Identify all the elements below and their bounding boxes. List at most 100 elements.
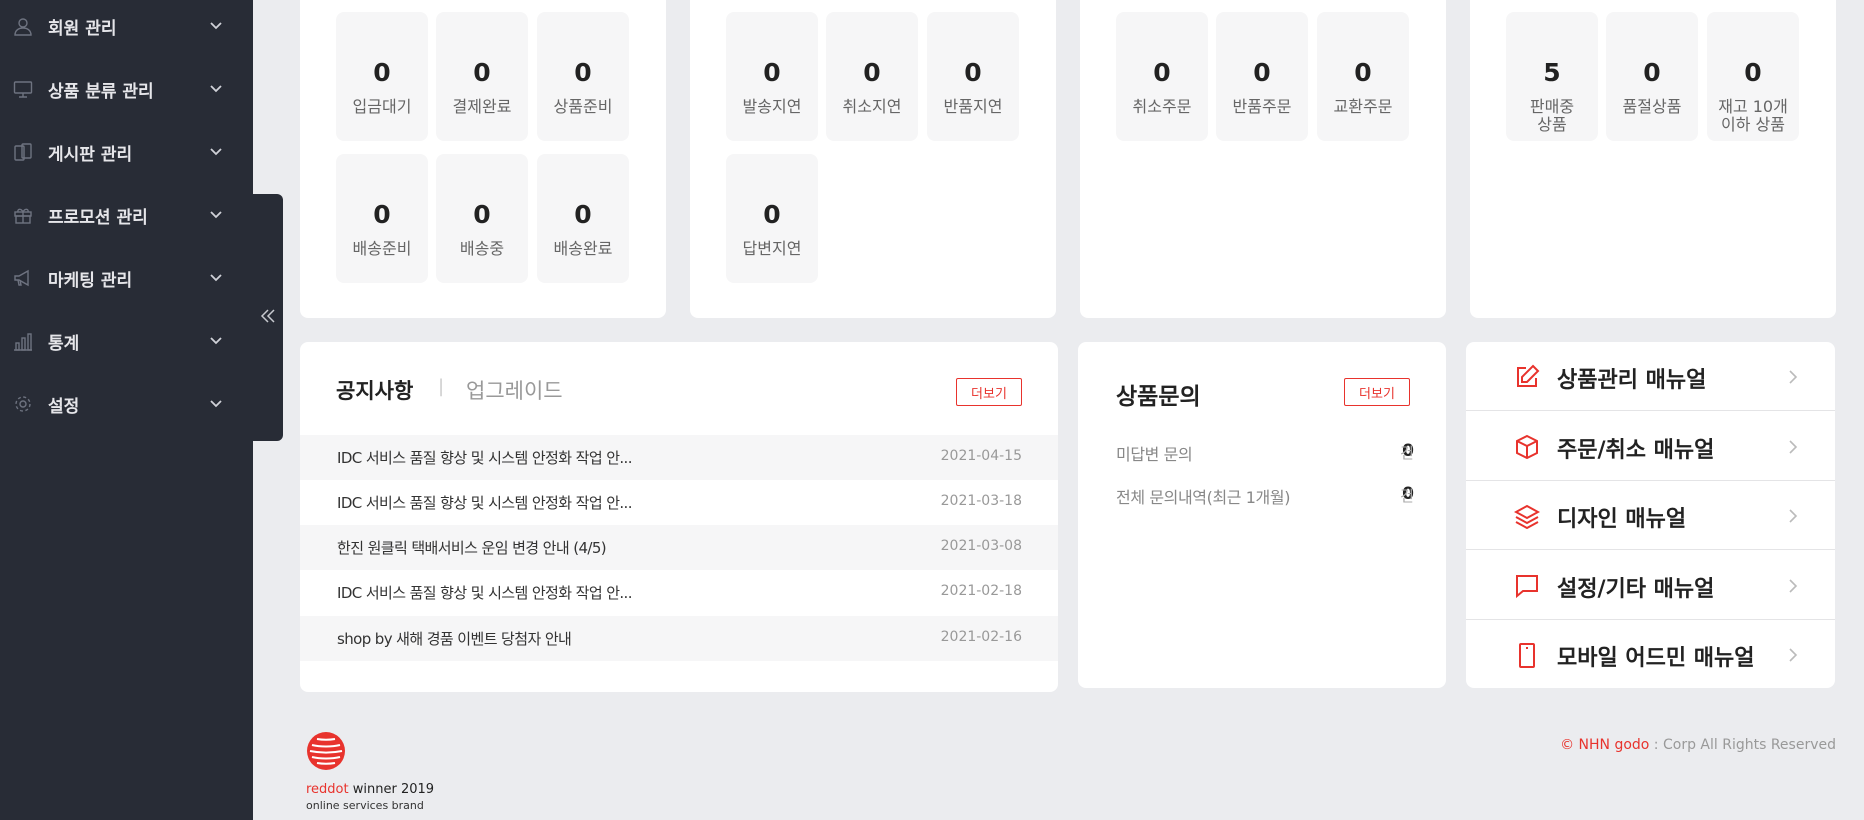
stat-label: 배송준비 (352, 239, 412, 258)
sidebar-item-label: 설정 (48, 396, 80, 417)
stat-value: 0 (964, 58, 982, 87)
notice-date: 2021-02-16 (940, 629, 1022, 645)
manual-label: 주문/취소 매뉴얼 (1557, 438, 1715, 463)
stat-on-sale[interactable]: 5 판매중 상품 (1506, 12, 1598, 141)
notice-row[interactable]: 한진 원클릭 택배서비스 운임 변경 안내 (4/5) 2021-03-08 (300, 525, 1058, 570)
chevron-right-icon (1788, 369, 1800, 384)
stat-label: 취소지연 (842, 97, 902, 116)
stat-label: 재고 10개 이하 상품 (1718, 97, 1788, 134)
manual-design-link[interactable]: 디자인 매뉴얼 (1466, 481, 1835, 550)
copyright-brand[interactable]: © NHN godo (1560, 737, 1649, 753)
stat-label: 반품주문 (1232, 97, 1292, 116)
manual-product-link[interactable]: 상품관리 매뉴얼 (1466, 342, 1835, 411)
stat-label: 판매중 상품 (1529, 97, 1575, 134)
sidebar-item-promotion[interactable]: 프로모션 관리 (0, 195, 253, 235)
all-inquiry-label: 전체 문의내역(최근 1개월) (1116, 488, 1291, 507)
sidebar-item-label: 프로모션 관리 (48, 207, 148, 228)
inquiry-title: 상품문의 (1116, 384, 1201, 410)
notice-row[interactable]: IDC 서비스 품질 향상 및 시스템 안정화 작업 안... 2021-03-… (300, 480, 1058, 525)
stat-value: 0 (1744, 58, 1762, 87)
stat-answer-delay[interactable]: 0 답변지연 (726, 154, 818, 283)
bar-chart-icon (12, 330, 34, 352)
chevron-down-icon (208, 81, 224, 97)
stat-label: 결제완료 (452, 97, 512, 116)
manual-order-link[interactable]: 주문/취소 매뉴얼 (1466, 412, 1835, 481)
stat-label: 배송완료 (553, 239, 613, 258)
tab-notice[interactable]: 공지사항 (336, 375, 413, 405)
chevron-right-icon (1788, 508, 1800, 523)
sidebar-item-board[interactable]: 게시판 관리 (0, 132, 253, 172)
stat-shipping-delay[interactable]: 0 발송지연 (726, 12, 818, 141)
sidebar-item-label: 게시판 관리 (48, 144, 133, 165)
stat-value: 0 (574, 58, 592, 87)
notice-date: 2021-04-15 (940, 448, 1022, 464)
notice-title: IDC 서비스 품질 향상 및 시스템 안정화 작업 안... (337, 584, 633, 602)
unanswered-inquiry-label: 미답변 문의 (1116, 445, 1193, 464)
sidebar-item-label: 통계 (48, 333, 80, 354)
stat-sold-out[interactable]: 0 품절상품 (1606, 12, 1698, 141)
stat-cancel-delay[interactable]: 0 취소지연 (826, 12, 918, 141)
stat-value: 0 (1354, 58, 1372, 87)
chevron-down-icon (208, 333, 224, 349)
stat-label: 입금대기 (352, 97, 412, 116)
stat-shipping[interactable]: 0 배송중 (436, 154, 528, 283)
stat-value: 0 (863, 58, 881, 87)
manual-settings-link[interactable]: 설정/기타 매뉴얼 (1466, 551, 1835, 620)
sidebar: 회원 관리 상품 분류 관리 게시판 관리 프로모션 관리 마케팅 관리 통계 (0, 0, 253, 820)
award-title: reddot winner 2019 (306, 782, 435, 797)
manual-label: 모바일 어드민 매뉴얼 (1557, 646, 1755, 671)
stat-return-orders[interactable]: 0 반품주문 (1216, 12, 1308, 141)
sidebar-item-statistics[interactable]: 통계 (0, 321, 253, 361)
chat-bubble-icon (1514, 573, 1540, 599)
stat-low-stock[interactable]: 0 재고 10개 이하 상품 (1707, 12, 1799, 141)
edit-icon (1514, 364, 1540, 390)
stat-preparing-shipment[interactable]: 0 배송준비 (336, 154, 428, 283)
sidebar-item-categories[interactable]: 상품 분류 관리 (0, 69, 253, 109)
award-subtitle: online services brand (306, 799, 424, 812)
stat-preparing-product[interactable]: 0 상품준비 (537, 12, 629, 141)
stat-payment-complete[interactable]: 0 결제완료 (436, 12, 528, 141)
chevron-down-icon (208, 270, 224, 286)
tab-separator: | (438, 376, 445, 397)
notice-row[interactable]: IDC 서비스 품질 향상 및 시스템 안정화 작업 안... 2021-02-… (300, 570, 1058, 615)
sidebar-item-label: 상품 분류 관리 (48, 81, 154, 102)
megaphone-icon (12, 267, 34, 289)
stat-exchange-orders[interactable]: 0 교환주문 (1317, 12, 1409, 141)
sidebar-item-members[interactable]: 회원 관리 (0, 6, 253, 46)
notice-row[interactable]: shop by 새해 경품 이벤트 당첨자 안내 2021-02-16 (300, 616, 1058, 661)
stat-return-delay[interactable]: 0 반품지연 (927, 12, 1019, 141)
stat-value: 0 (1643, 58, 1661, 87)
stat-awaiting-deposit[interactable]: 0 입금대기 (336, 12, 428, 141)
stat-label: 발송지연 (742, 97, 802, 116)
inquiry-more-button[interactable]: 더보기 (1344, 378, 1410, 406)
mobile-icon (1514, 642, 1540, 668)
copyright: © NHN godo : Corp All Rights Reserved (1560, 737, 1836, 753)
chevron-down-icon (208, 207, 224, 223)
stat-delivered[interactable]: 0 배송완료 (537, 154, 629, 283)
sidebar-collapse-button[interactable] (253, 194, 283, 441)
sidebar-item-settings[interactable]: 설정 (0, 384, 253, 424)
tab-upgrade[interactable]: 업그레이드 (466, 375, 563, 405)
inquiry-unit: 건 (1400, 487, 1414, 505)
stat-value: 0 (373, 200, 391, 229)
chevron-down-icon (208, 18, 224, 34)
chevron-right-icon (1788, 647, 1800, 662)
chevron-right-icon (1788, 578, 1800, 593)
user-icon (12, 15, 34, 37)
stat-value: 5 (1543, 58, 1561, 87)
stat-value: 0 (1153, 58, 1171, 87)
manual-mobile-admin-link[interactable]: 모바일 어드민 매뉴얼 (1466, 620, 1835, 689)
board-icon (12, 141, 34, 163)
box-icon (1514, 434, 1540, 460)
chevron-down-icon (208, 396, 224, 412)
stat-cancel-orders[interactable]: 0 취소주문 (1116, 12, 1208, 141)
stat-value: 0 (574, 200, 592, 229)
sidebar-item-marketing[interactable]: 마케팅 관리 (0, 258, 253, 298)
stat-label: 배송중 (459, 239, 505, 258)
sidebar-item-label: 마케팅 관리 (48, 270, 133, 291)
gear-icon (12, 393, 34, 415)
notice-title: IDC 서비스 품질 향상 및 시스템 안정화 작업 안... (337, 494, 633, 512)
notice-row[interactable]: IDC 서비스 품질 향상 및 시스템 안정화 작업 안... 2021-04-… (300, 435, 1058, 480)
double-chevron-left-icon (260, 308, 276, 327)
notice-more-button[interactable]: 더보기 (956, 378, 1022, 406)
